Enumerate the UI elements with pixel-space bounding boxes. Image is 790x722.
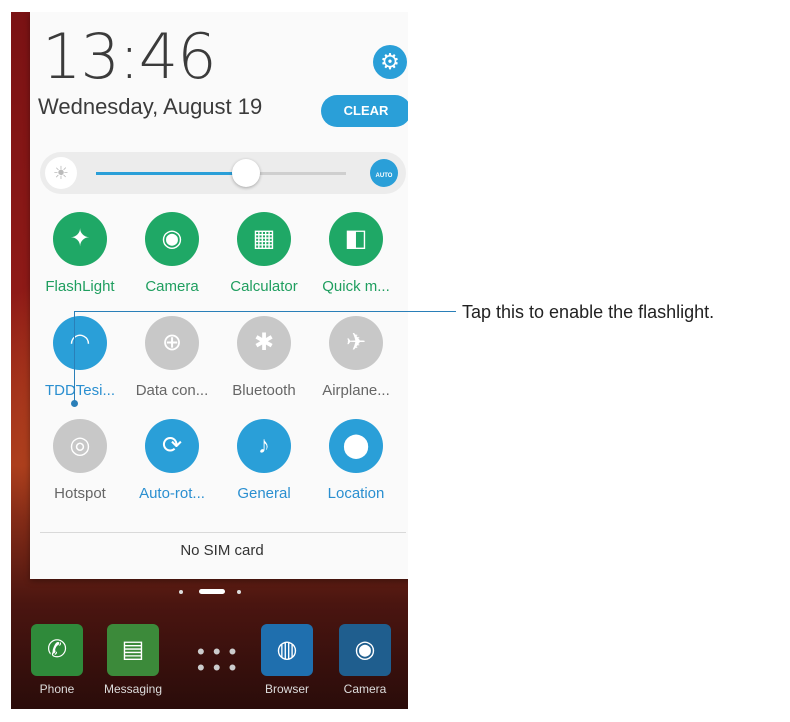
camera-icon[interactable]: ◉ <box>145 212 199 266</box>
page-indicator <box>171 588 251 596</box>
tile-auto-rotate[interactable]: ⟳ Auto-rot... <box>126 419 218 502</box>
callout-dot <box>71 400 78 407</box>
tile-data-connection[interactable]: ⊕ Data con... <box>126 316 218 399</box>
quick-settings-panel: 13:46 Wednesday, August 19 ⚙ CLEAR ☀ AUT… <box>30 12 408 579</box>
divider <box>40 532 406 533</box>
tile-flashlight[interactable]: ✦ FlashLight <box>34 212 126 295</box>
clear-button[interactable]: CLEAR <box>321 95 408 127</box>
wifi-icon[interactable]: ◠ <box>53 316 107 370</box>
tile-bluetooth[interactable]: ✱ Bluetooth <box>218 316 310 399</box>
tile-wifi[interactable]: ◠ TDDTesi... <box>34 316 126 399</box>
dock-app-camera[interactable]: ◉ Camera <box>335 624 395 696</box>
gear-icon[interactable]: ⚙ <box>373 45 407 79</box>
tile-camera[interactable]: ◉ Camera <box>126 212 218 295</box>
dock-app-label: Phone <box>39 682 75 696</box>
phone-icon[interactable]: ✆ <box>31 624 83 676</box>
dock-app-label: Browser <box>264 682 309 696</box>
bluetooth-icon[interactable]: ✱ <box>237 316 291 370</box>
clock-date: Wednesday, August 19 <box>38 94 263 119</box>
dock-app-browser[interactable]: ◍ Browser <box>257 624 317 696</box>
auto-rotate-icon[interactable]: ⟳ <box>145 419 199 473</box>
tile-label: Quick m... <box>322 278 390 295</box>
tile-label: Calculator <box>230 278 298 295</box>
brightness-icon: ☀ <box>45 157 77 189</box>
camera-icon[interactable]: ◉ <box>339 624 391 676</box>
hotspot-icon[interactable]: ◎ <box>53 419 107 473</box>
tile-label: Location <box>327 485 385 502</box>
tile-label: Hotspot <box>54 485 106 502</box>
tile-label: General <box>237 485 291 502</box>
brightness-bar: ☀ AUTO <box>40 152 406 194</box>
tile-hotspot[interactable]: ◎ Hotspot <box>34 419 126 502</box>
dock-app-messaging[interactable]: ▤ Messaging <box>103 624 163 696</box>
tile-quick-memo[interactable]: ◧ Quick m... <box>310 212 402 295</box>
phone-screen: 13:46 Wednesday, August 19 ⚙ CLEAR ☀ AUT… <box>11 12 408 709</box>
page-dot <box>237 590 241 594</box>
dock-app-label: Messaging <box>103 682 163 696</box>
callout-text: Tap this to enable the flashlight. <box>462 302 715 322</box>
page-dot-active <box>199 589 225 594</box>
location-icon[interactable]: ⬤ <box>329 419 383 473</box>
brightness-slider-fill <box>96 172 246 175</box>
tile-label: FlashLight <box>45 278 115 295</box>
quick-memo-icon[interactable]: ◧ <box>329 212 383 266</box>
tile-label: TDDTesi... <box>44 382 115 399</box>
dock-app-label: Camera <box>343 682 387 696</box>
brightness-slider-thumb[interactable] <box>232 159 260 187</box>
app-drawer-icon[interactable]: • • • • • • <box>197 641 237 679</box>
callout-line <box>74 311 456 312</box>
data-connection-icon[interactable]: ⊕ <box>145 316 199 370</box>
browser-icon[interactable]: ◍ <box>261 624 313 676</box>
sim-status: No SIM card <box>180 542 264 559</box>
tile-label: Camera <box>145 278 199 295</box>
tile-sound-general[interactable]: ♪ General <box>218 419 310 502</box>
clock-time: 13:46 <box>42 20 217 93</box>
airplane-icon[interactable]: ✈ <box>329 316 383 370</box>
sound-general-icon[interactable]: ♪ <box>237 419 291 473</box>
tile-location[interactable]: ⬤ Location <box>310 419 402 502</box>
tile-label: Bluetooth <box>232 382 296 399</box>
tile-label: Auto-rot... <box>139 485 205 502</box>
auto-brightness-button[interactable]: AUTO <box>370 159 398 187</box>
page-dot <box>179 590 183 594</box>
tile-airplane[interactable]: ✈ Airplane... <box>310 316 402 399</box>
tile-label: Airplane... <box>322 382 390 399</box>
tile-calculator[interactable]: ▦ Calculator <box>218 212 310 295</box>
dock-app-phone[interactable]: ✆ Phone <box>27 624 87 696</box>
callout-connector <box>74 311 75 403</box>
calculator-icon[interactable]: ▦ <box>237 212 291 266</box>
tile-label: Data con... <box>135 382 209 399</box>
messaging-icon[interactable]: ▤ <box>107 624 159 676</box>
brightness-slider[interactable] <box>96 159 346 187</box>
flashlight-icon[interactable]: ✦ <box>53 212 107 266</box>
